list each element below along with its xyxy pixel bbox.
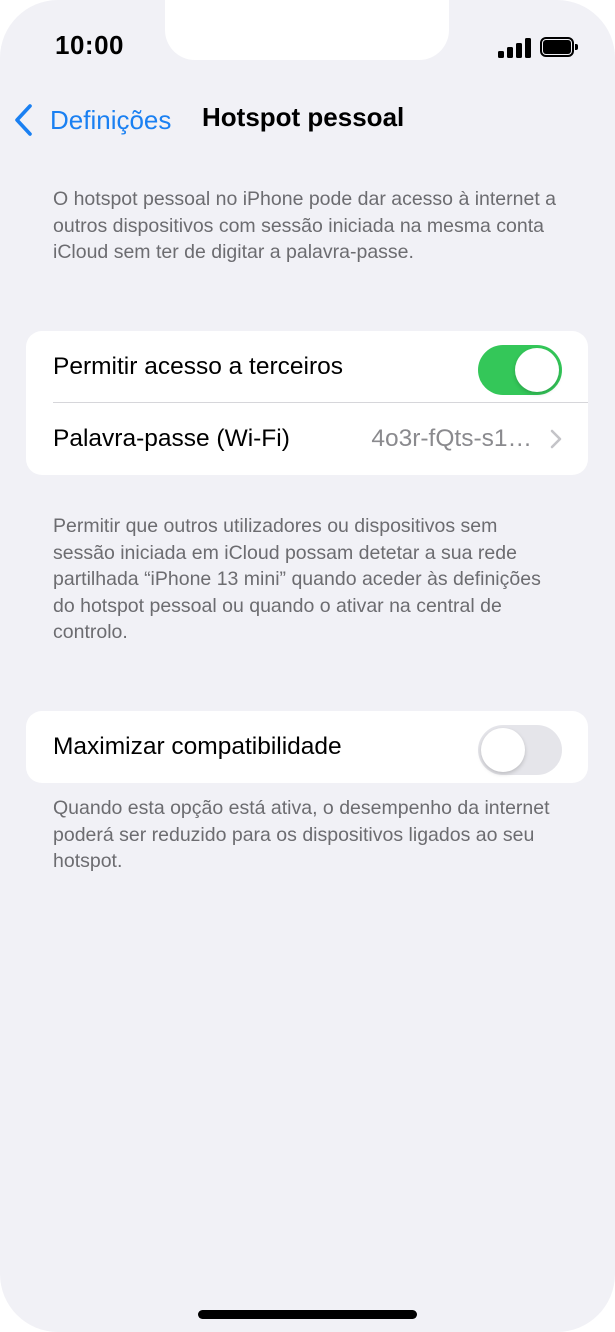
allow-others-note: Permitir que outros utilizadores ou disp… (53, 515, 541, 643)
phone-screen: 10:00 Definições Hotspot pessoal O hotsp… (0, 0, 615, 1332)
wifi-password-row[interactable]: Palavra-passe (Wi-Fi) 4o3r-fQts-s1… (26, 403, 588, 475)
max-compat-label: Maximizar compatibilidade (53, 733, 342, 760)
allow-others-label: Permitir acesso a terceiros (53, 353, 344, 380)
allow-others-row: Permitir acesso a terceiros (26, 331, 588, 403)
max-compat-toggle[interactable] (478, 725, 562, 775)
wifi-password-value: 4o3r-fQts-s1… (371, 425, 532, 452)
allow-others-toggle[interactable] (478, 345, 562, 395)
toggle-knob (515, 348, 559, 392)
back-button[interactable]: Definições (12, 100, 171, 140)
toggle-knob (481, 728, 525, 772)
battery-full-icon (540, 37, 578, 57)
back-button-label: Definições (50, 104, 172, 135)
hotspot-settings-group: Permitir acesso a terceiros Palavra-pass… (26, 331, 588, 475)
wifi-password-label: Palavra-passe (Wi-Fi) (53, 425, 290, 452)
intro-note: O hotspot pessoal no iPhone pode dar ace… (53, 188, 557, 263)
compatibility-group: Maximizar compatibilidade (26, 711, 588, 783)
max-compat-row: Maximizar compatibilidade (26, 711, 588, 783)
page-title: Hotspot pessoal (202, 102, 405, 132)
home-indicator[interactable] (198, 1310, 417, 1319)
chevron-right-icon (550, 429, 562, 449)
status-time: 10:00 (55, 30, 124, 60)
device-notch (165, 0, 449, 60)
chevron-left-icon (15, 104, 32, 136)
signal-bars-icon (498, 38, 532, 58)
max-compat-note: Quando esta opção está ativa, o desempen… (53, 797, 550, 872)
